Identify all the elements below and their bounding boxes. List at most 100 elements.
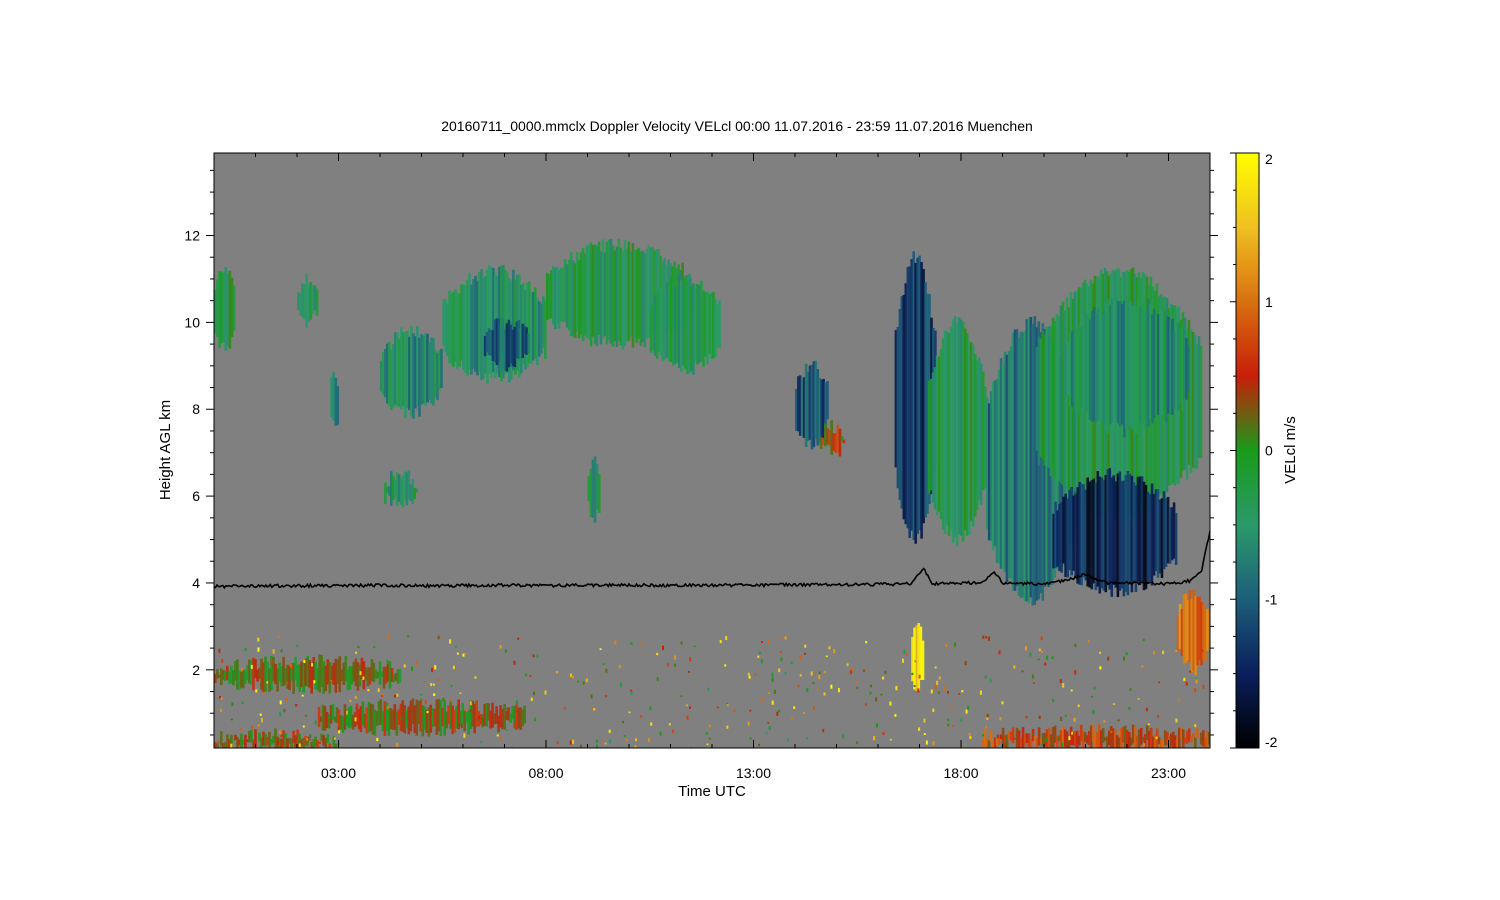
clutter-pixel [529,675,532,678]
clutter-pixel [1158,681,1160,684]
clutter-pixel [463,653,466,655]
clutter-pixel [303,659,306,663]
clutter-pixel [373,645,376,649]
clutter-pixel [311,663,313,667]
clutter-pixel [1202,684,1205,689]
clutter-pixel [346,711,348,715]
cloud-column [826,381,829,420]
clutter-pixel [817,688,819,691]
clutter-pixel [780,657,783,662]
clutter-pixel [577,680,580,683]
clutter-pixel [804,644,807,648]
clutter-pixel [880,693,883,696]
cloud-column [326,734,330,743]
clutter-pixel [802,712,805,715]
clutter-pixel [895,685,898,691]
clutter-pixel [923,718,926,723]
clutter-pixel [779,651,782,654]
clutter-pixel [1110,730,1113,734]
clutter-pixel [818,674,821,680]
clutter-pixel [285,698,288,702]
clutter-pixel [1092,710,1095,715]
clutter-pixel [875,697,878,702]
clutter-pixel [280,649,283,653]
clutter-pixel [292,666,294,669]
clutter-pixel [686,715,689,720]
clutter-pixel [716,706,719,709]
clutter-pixel [1175,718,1178,723]
cloud-column [232,285,236,331]
clutter-pixel [659,731,662,736]
clutter-pixel [251,725,254,730]
clutter-pixel [838,688,840,693]
x-tick-label: 13:00 [736,765,771,781]
clutter-pixel [1040,636,1043,641]
clutter-pixel [219,695,221,699]
clutter-pixel [244,647,247,652]
clutter-pixel [330,679,333,682]
clutter-pixel [640,715,643,718]
clutter-pixel [1025,716,1028,719]
clutter-pixel [455,709,457,711]
clutter-pixel [987,636,990,641]
clutter-pixel [359,671,362,676]
clutter-pixel [452,665,455,670]
clutter-pixel [705,732,708,735]
clutter-pixel [623,735,626,737]
clutter-pixel [778,709,781,713]
clutter-pixel [403,664,406,668]
clutter-pixel [394,694,396,698]
x-tick-label: 08:00 [528,765,563,781]
clutter-pixel [259,713,262,716]
clutter-pixel [556,671,558,674]
clutter-pixel [865,641,868,644]
clutter-pixel [1107,656,1110,661]
clutter-pixel [1031,674,1034,679]
clutter-pixel [608,729,611,733]
clutter-pixel [758,743,760,747]
clutter-pixel [460,724,463,729]
clutter-pixel [913,685,916,687]
clutter-pixel [855,680,858,684]
clutter-pixel [1040,651,1043,653]
clutter-pixel [958,693,961,695]
clutter-pixel [411,718,414,722]
clutter-pixel [1112,703,1115,705]
clutter-pixel [778,637,781,640]
clutter-pixel [1194,688,1197,693]
clutter-pixel [822,728,825,733]
clutter-pixel [873,736,876,741]
clutter-pixel [1125,652,1128,656]
clutter-pixel [314,720,317,725]
clutter-pixel [950,706,953,709]
clutter-pixel [532,654,535,658]
clutter-pixel [813,706,816,710]
clutter-pixel [884,670,887,674]
clutter-pixel [261,718,263,723]
clutter-pixel [689,706,691,709]
clutter-pixel [504,708,507,711]
clutter-pixel [396,742,399,748]
clutter-pixel [277,635,280,638]
clutter-pixel [444,716,446,720]
cloud-column [527,333,530,354]
clutter-pixel [298,743,301,748]
clutter-pixel [582,681,585,685]
clutter-pixel [882,732,885,736]
clutter-pixel [1117,719,1120,722]
clutter-pixel [277,740,279,745]
clutter-pixel [1052,698,1055,703]
clutter-pixel [685,704,688,707]
colorbar-tick-label: -2 [1265,734,1278,750]
clutter-pixel [240,667,243,672]
clutter-pixel [515,700,518,705]
y-tick-label: 6 [192,488,200,504]
clutter-pixel [230,743,233,748]
clutter-pixel [569,740,572,745]
clutter-pixel [771,672,774,678]
clutter-pixel [620,682,622,687]
clutter-pixel [590,694,593,699]
clutter-pixel [650,722,653,726]
clutter-pixel [761,641,763,644]
clutter-pixel [302,725,305,728]
